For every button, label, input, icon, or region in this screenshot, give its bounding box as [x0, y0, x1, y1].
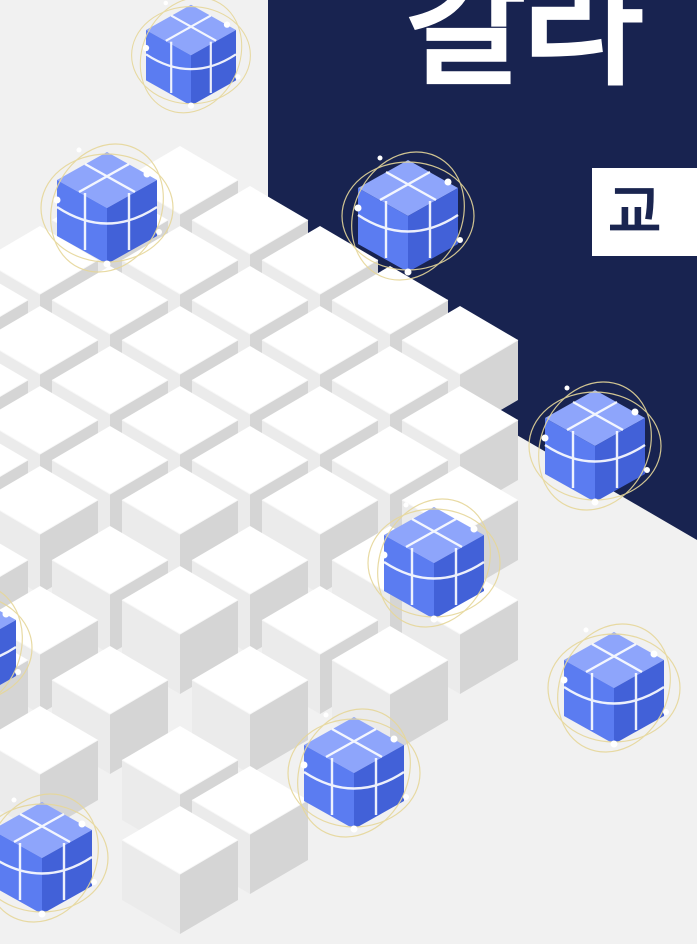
heading-text: 갈라 [405, 0, 644, 105]
network-cube-icon [535, 604, 693, 772]
artwork [0, 0, 697, 942]
network-cube-icon [120, 0, 262, 131]
badge-text: 교 [592, 168, 697, 256]
poster-canvas: 갈라 교 [0, 0, 697, 944]
